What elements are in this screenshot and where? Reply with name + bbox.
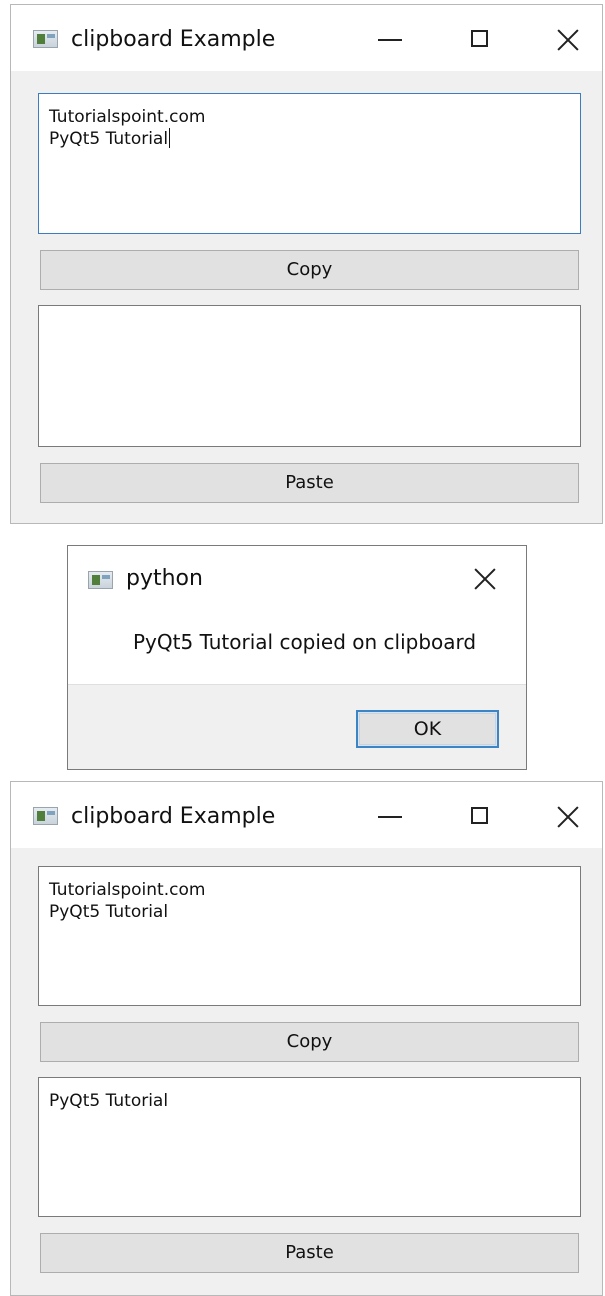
app-icon <box>33 807 58 825</box>
close-icon[interactable] <box>471 564 501 594</box>
close-icon[interactable] <box>554 25 584 55</box>
title-bar[interactable]: clipboard Example <box>11 5 602 71</box>
close-icon[interactable] <box>554 802 584 832</box>
window-title: clipboard Example <box>71 804 276 829</box>
source-text: Tutorialspoint.com PyQt5 Tutorial <box>49 107 206 149</box>
target-text-edit[interactable] <box>38 305 581 447</box>
dialog-title-bar[interactable]: python <box>68 546 526 612</box>
paste-button[interactable]: Paste <box>40 1233 579 1273</box>
ok-label: OK <box>413 718 442 740</box>
source-text-edit[interactable]: Tutorialspoint.com PyQt5 Tutorial <box>38 866 581 1006</box>
window-title: clipboard Example <box>71 27 276 52</box>
text-caret <box>169 128 171 148</box>
message-dialog: python PyQt5 Tutorial copied on clipboar… <box>67 545 527 770</box>
source-text-edit[interactable]: Tutorialspoint.com PyQt5 Tutorial <box>38 93 581 234</box>
app-icon <box>33 30 58 48</box>
minimize-icon[interactable] <box>376 802 406 832</box>
dialog-title: python <box>126 566 203 591</box>
dialog-message: PyQt5 Tutorial copied on clipboard <box>133 630 477 654</box>
clipboard-window-after: clipboard Example Tutorialspoint.com PyQ… <box>10 781 603 1296</box>
title-bar[interactable]: clipboard Example <box>11 782 602 848</box>
target-text: PyQt5 Tutorial <box>49 1091 169 1111</box>
ok-button[interactable]: OK <box>356 710 499 748</box>
target-text-edit[interactable]: PyQt5 Tutorial <box>38 1077 581 1217</box>
clipboard-window-before: clipboard Example Tutorialspoint.com PyQ… <box>10 4 603 524</box>
maximize-icon[interactable] <box>466 802 496 832</box>
maximize-icon[interactable] <box>466 25 496 55</box>
dialog-body: PyQt5 Tutorial copied on clipboard <box>68 612 526 684</box>
app-icon <box>88 571 113 589</box>
copy-button[interactable]: Copy <box>40 1022 579 1062</box>
minimize-icon[interactable] <box>376 25 406 55</box>
source-text: Tutorialspoint.com PyQt5 Tutorial <box>49 880 206 922</box>
paste-button[interactable]: Paste <box>40 463 579 503</box>
dialog-footer: OK <box>68 684 526 769</box>
copy-button[interactable]: Copy <box>40 250 579 290</box>
